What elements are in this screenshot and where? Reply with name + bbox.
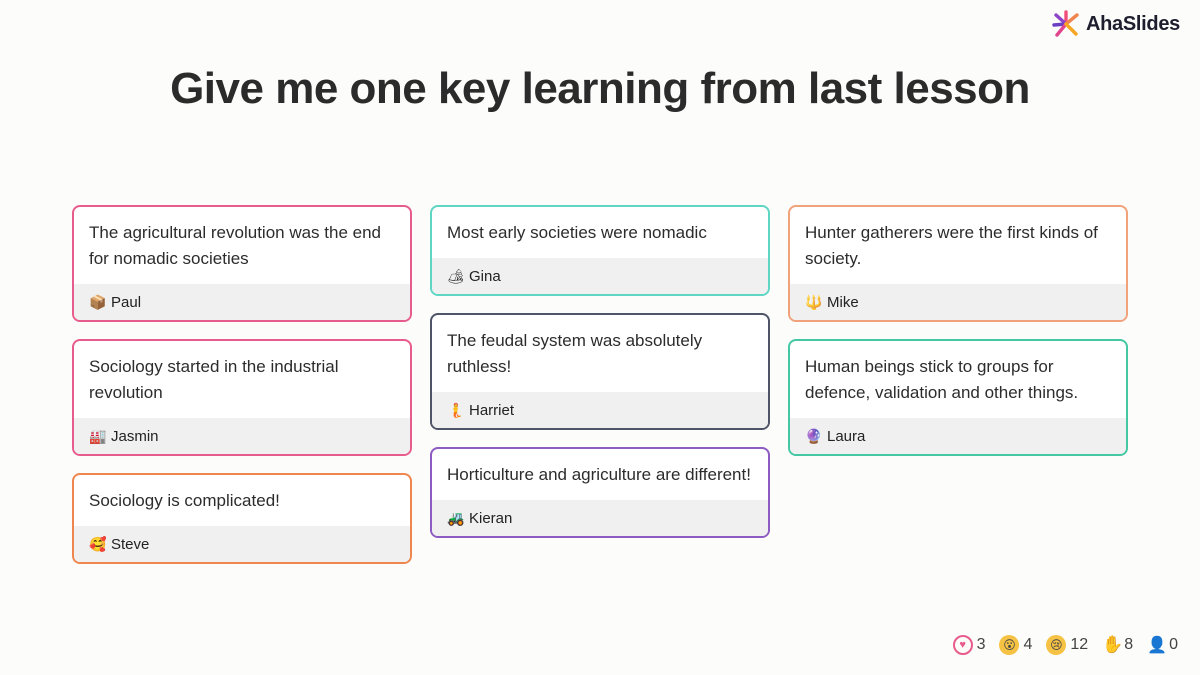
box-icon: 📦 bbox=[89, 293, 107, 310]
responses-board: The agricultural revolution was the end … bbox=[72, 205, 1128, 564]
audience-count: 👤 0 bbox=[1147, 635, 1178, 655]
response-card[interactable]: Horticulture and agriculture are differe… bbox=[430, 447, 770, 538]
smiling-face-icon: 🥰 bbox=[89, 535, 107, 552]
response-text: The agricultural revolution was the end … bbox=[89, 223, 381, 268]
raised-hands-count: 8 bbox=[1124, 636, 1134, 653]
crystal-ball-icon: 🔮 bbox=[805, 427, 823, 444]
audience-count-value: 0 bbox=[1169, 636, 1178, 653]
response-author: 🔮 Laura bbox=[790, 418, 1126, 454]
response-text: Hunter gatherers were the first kinds of… bbox=[805, 223, 1098, 268]
response-card[interactable]: Hunter gatherers were the first kinds of… bbox=[788, 205, 1128, 322]
response-text: Sociology started in the industrial revo… bbox=[89, 357, 339, 402]
response-author: 🏕 Gina bbox=[432, 258, 768, 294]
raised-hand-icon: ✋ bbox=[1102, 635, 1124, 654]
question-title: Give me one key learning from last lesso… bbox=[170, 64, 1030, 113]
response-text: Most early societies were nomadic bbox=[447, 223, 707, 242]
author-name: Laura bbox=[827, 427, 866, 445]
response-author: 🚜 Kieran bbox=[432, 500, 768, 536]
heart-count: 3 bbox=[976, 636, 986, 653]
ahaslides-logo-icon bbox=[1052, 10, 1079, 37]
author-name: Mike bbox=[827, 293, 859, 311]
author-name: Kieran bbox=[469, 509, 513, 527]
camping-icon: 🏕 bbox=[447, 267, 465, 284]
tractor-icon: 🚜 bbox=[447, 509, 465, 526]
response-card[interactable]: Sociology is complicated! 🥰 Steve bbox=[72, 473, 412, 564]
response-card[interactable]: Human beings stick to groups for defence… bbox=[788, 339, 1128, 456]
response-card[interactable]: Sociology started in the industrial revo… bbox=[72, 339, 412, 456]
mermaid-icon: 🧜 bbox=[447, 401, 465, 418]
response-text: Human beings stick to groups for defence… bbox=[805, 357, 1079, 402]
wow-face-icon: 😮 bbox=[999, 635, 1020, 655]
author-name: Gina bbox=[469, 267, 501, 285]
response-card[interactable]: The agricultural revolution was the end … bbox=[72, 205, 412, 322]
response-column: The agricultural revolution was the end … bbox=[72, 205, 412, 564]
response-text: Horticulture and agriculture are differe… bbox=[447, 465, 751, 484]
response-author: 📦 Paul bbox=[74, 284, 410, 320]
factory-icon: 🏭 bbox=[89, 427, 107, 444]
user-icon: 👤 bbox=[1147, 637, 1168, 654]
brand-name: AhaSlides bbox=[1086, 12, 1180, 35]
heart-icon: ♥ bbox=[952, 635, 973, 655]
response-card[interactable]: The feudal system was absolutely ruthles… bbox=[430, 313, 770, 430]
ahaslides-logo[interactable]: AhaSlides bbox=[1050, 8, 1180, 40]
response-author: 🏭 Jasmin bbox=[74, 418, 410, 454]
author-name: Steve bbox=[111, 535, 150, 553]
reactions-bar: ♥ 3 😮 4 😢 12 ✋ 8 👤 0 bbox=[952, 635, 1178, 655]
response-author: 🧜 Harriet bbox=[432, 392, 768, 428]
response-column: Most early societies were nomadic 🏕 Gina Th… bbox=[430, 205, 770, 564]
author-name: Harriet bbox=[469, 401, 515, 419]
sad-count: 12 bbox=[1070, 636, 1089, 653]
sad-face-icon: 😢 bbox=[1046, 635, 1067, 655]
response-text: Sociology is complicated! bbox=[89, 491, 280, 510]
author-name: Paul bbox=[111, 293, 142, 311]
response-card[interactable]: Most early societies were nomadic 🏕 Gina bbox=[430, 205, 770, 296]
response-author: 🥰 Steve bbox=[74, 526, 410, 562]
response-text: The feudal system was absolutely ruthles… bbox=[447, 331, 703, 376]
wow-reaction[interactable]: 😮 4 bbox=[999, 635, 1032, 655]
sad-reaction[interactable]: 😢 12 bbox=[1046, 635, 1088, 655]
response-author: 🔱 Mike bbox=[790, 284, 1126, 320]
raised-hands-reaction[interactable]: ✋ 8 bbox=[1102, 635, 1133, 655]
wow-count: 4 bbox=[1023, 636, 1033, 653]
trident-icon: 🔱 bbox=[805, 293, 823, 310]
response-column: Hunter gatherers were the first kinds of… bbox=[788, 205, 1128, 564]
heart-reaction[interactable]: ♥ 3 bbox=[952, 635, 986, 655]
author-name: Jasmin bbox=[111, 427, 159, 445]
